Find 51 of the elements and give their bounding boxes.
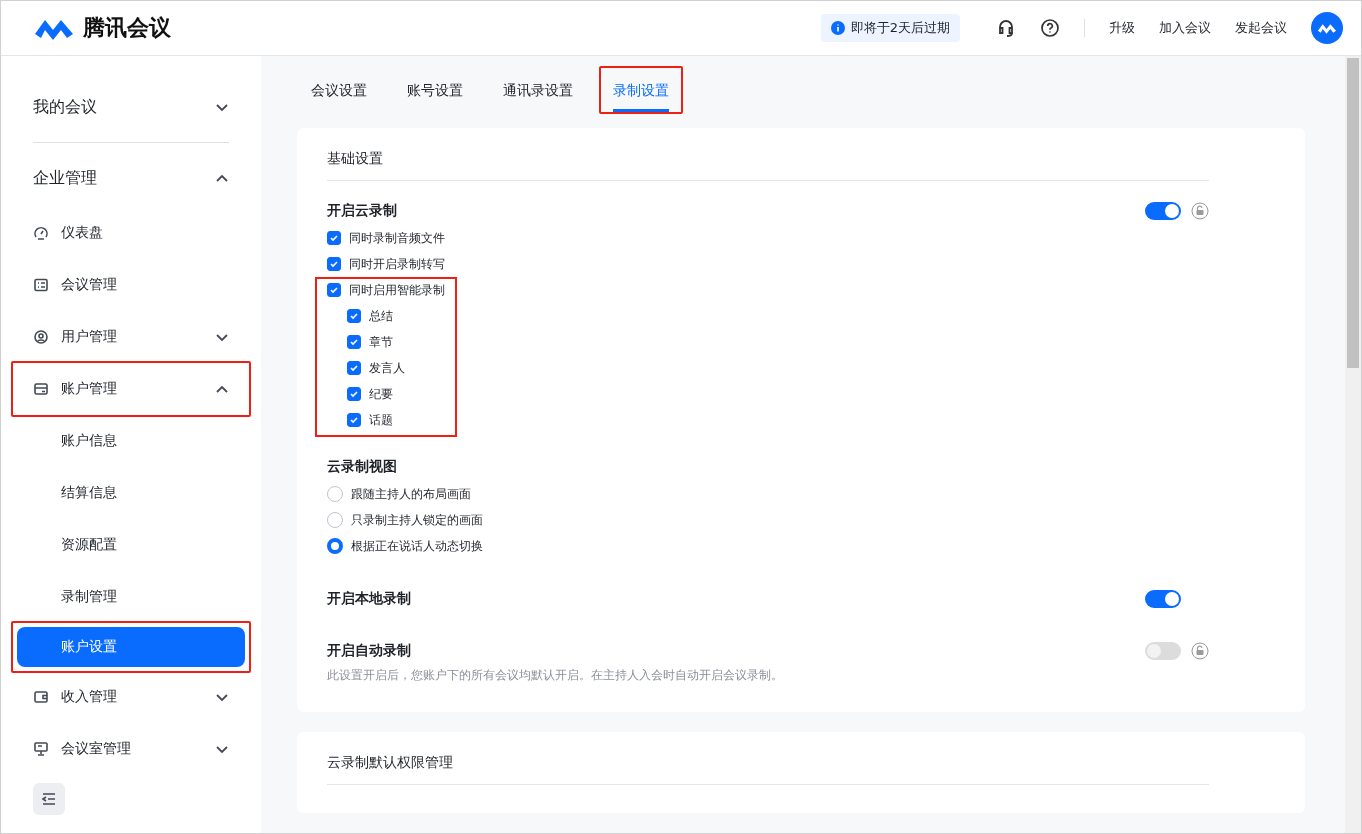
setting-title: 云录制视图 [327, 458, 398, 476]
sidebar-item[interactable]: 会议室管理 [13, 723, 249, 775]
option-label: 同时启用智能录制 [349, 281, 445, 299]
sidebar-item[interactable]: 会议管理 [13, 259, 249, 311]
section-title: 基础设置 [327, 150, 1209, 181]
checkbox-option[interactable]: 发言人 [347, 355, 457, 381]
checkbox-option[interactable]: 话题 [347, 407, 457, 433]
option-label: 发言人 [369, 359, 405, 377]
option-label: 章节 [369, 333, 393, 351]
sidebar-item[interactable]: 仪表盘 [13, 207, 249, 259]
checkbox-option[interactable]: 纪要 [347, 381, 457, 407]
sidebar-item[interactable]: 企业管理 [13, 149, 249, 207]
section-title: 云录制默认权限管理 [327, 754, 1209, 785]
submenu-item[interactable]: 结算信息 [13, 467, 249, 519]
header-link[interactable]: 加入会议 [1159, 19, 1211, 37]
checkbox-option[interactable]: 总结 [347, 303, 457, 329]
option-label: 只录制主持人锁定的画面 [351, 511, 483, 529]
checkbox-option[interactable]: 同时录制音频文件 [327, 225, 1209, 251]
option-label: 同时开启录制转写 [349, 255, 445, 273]
submenu-item[interactable]: 账户设置 [17, 627, 245, 667]
submenu-item[interactable]: 账户信息 [13, 415, 249, 467]
option-label: 根据正在说话人动态切换 [351, 537, 483, 555]
option-label: 总结 [369, 307, 393, 325]
setting-title: 开启自动录制 [327, 642, 412, 660]
radio-option[interactable]: 只录制主持人锁定的画面 [327, 507, 1209, 533]
header-link[interactable]: 发起会议 [1235, 19, 1287, 37]
sidebar-item[interactable]: 我的会议 [13, 78, 249, 136]
settings-tab[interactable]: 会议设置 [311, 72, 367, 112]
setting-title: 开启云录制 [327, 202, 398, 220]
option-label: 话题 [369, 411, 393, 429]
header-link[interactable]: 升级 [1109, 19, 1135, 37]
logo-text: 腾讯会议 [83, 14, 171, 42]
setting-title: 开启本地录制 [327, 590, 412, 608]
radio-option[interactable]: 跟随主持人的布局画面 [327, 481, 1209, 507]
submenu-item[interactable]: 资源配置 [13, 519, 249, 571]
notice-text: 即将于2天后过期 [850, 19, 950, 37]
option-label: 同时录制音频文件 [349, 229, 445, 247]
checkbox-option[interactable]: 章节 [347, 329, 457, 355]
checkbox-option[interactable]: 同时启用智能录制 [327, 277, 457, 303]
settings-tab[interactable]: 录制设置 [613, 72, 669, 112]
sidebar-item[interactable]: 用户管理 [13, 311, 249, 363]
submenu-item[interactable]: 录制管理 [13, 571, 249, 623]
settings-tab[interactable]: 账号设置 [407, 72, 463, 112]
sidebar-item[interactable]: 收入管理 [13, 671, 249, 723]
radio-option[interactable]: 根据正在说话人动态切换 [327, 533, 1209, 559]
setting-description: 此设置开启后，您账户下的所有会议均默认开启。在主持人入会时自动开启会议录制。 [327, 667, 784, 684]
option-label: 跟随主持人的布局画面 [351, 485, 471, 503]
checkbox-option[interactable]: 同时开启录制转写 [327, 251, 1209, 277]
option-label: 纪要 [369, 385, 393, 403]
sidebar-item[interactable]: 账户管理 [13, 363, 249, 415]
settings-tab[interactable]: 通讯录设置 [503, 72, 573, 112]
